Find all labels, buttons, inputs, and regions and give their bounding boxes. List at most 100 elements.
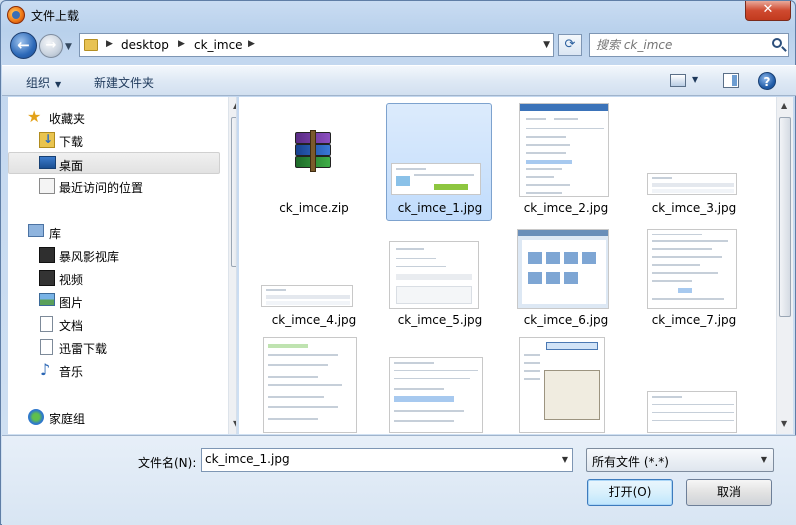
recent-places-icon <box>39 178 55 194</box>
view-mode-icon[interactable] <box>670 74 686 87</box>
address-bar[interactable]: ▶ desktop ▶ ck_imce ▶ ▼ <box>79 33 554 57</box>
scroll-up-icon[interactable]: ▲ <box>781 101 787 110</box>
sidebar-label: 视频 <box>59 273 84 287</box>
sidebar-item-videos[interactable]: 视频 <box>8 267 220 289</box>
scroll-thumb[interactable] <box>231 117 236 267</box>
file-thumbnail <box>389 241 479 309</box>
document-icon <box>40 316 53 332</box>
sidebar-item-downloads[interactable]: 下载 <box>8 129 220 151</box>
sidebar-item-thunder[interactable]: 迅雷下载 <box>8 336 220 358</box>
sidebar-item-pictures[interactable]: 图片 <box>8 290 220 312</box>
close-button[interactable]: ✕ <box>745 1 791 21</box>
address-dropdown-icon[interactable]: ▼ <box>543 40 550 50</box>
film-icon <box>39 270 55 286</box>
sidebar-label: 最近访问的位置 <box>59 181 144 195</box>
file-item[interactable]: ck_imce_3.jpg <box>633 101 749 215</box>
sidebar-item-music[interactable]: ♪ 音乐 <box>8 359 220 381</box>
sidebar-item-libraries[interactable]: 库 <box>8 221 220 243</box>
sidebar-item-favorites[interactable]: ★ 收藏夹 <box>8 106 220 128</box>
scroll-down-icon[interactable]: ▼ <box>233 419 236 428</box>
file-item[interactable]: ck_imce_4.jpg <box>253 213 369 327</box>
sidebar-item-homegroup[interactable]: 家庭组 <box>8 406 220 428</box>
file-thumbnail <box>519 337 605 433</box>
sidebar-item-documents[interactable]: 文档 <box>8 313 220 335</box>
scroll-down-icon[interactable]: ▼ <box>781 419 787 428</box>
dialog-footer: 文件名(N): ▼ 所有文件 (*.*) ▼ 打开(O) 取消 <box>2 435 796 525</box>
sidebar-label: 文档 <box>59 319 84 333</box>
file-thumbnail <box>647 391 737 433</box>
preview-pane-icon[interactable] <box>723 73 739 88</box>
sidebar-label: 迅雷下载 <box>59 342 108 356</box>
organize-button[interactable]: 组织 ▼ <box>26 74 61 91</box>
forward-button[interactable]: → <box>39 34 63 58</box>
file-thumbnail <box>263 337 357 433</box>
help-icon[interactable]: ? <box>758 72 776 90</box>
sidebar-label: 图片 <box>59 296 84 310</box>
history-dropdown-icon[interactable]: ▼ <box>65 42 72 52</box>
sidebar-scrollbar[interactable]: ▲ ▼ <box>228 97 236 434</box>
sidebar-label: 音乐 <box>59 365 84 379</box>
file-item[interactable] <box>379 333 495 434</box>
file-type-value: 所有文件 (*.*) <box>592 455 669 469</box>
back-button[interactable]: ← <box>10 32 37 59</box>
sidebar-label: 桌面 <box>59 159 84 173</box>
navigation-pane: ★ 收藏夹 下载 桌面 最近访问的位置 库 暴风影视库 视频 图 <box>8 97 237 434</box>
file-name: ck_imce_6.jpg <box>523 313 609 327</box>
new-folder-button[interactable]: 新建文件夹 <box>94 74 154 91</box>
filename-combobox[interactable]: ▼ <box>201 448 573 472</box>
file-thumbnail <box>261 285 353 307</box>
breadcrumb-ck-imce[interactable]: ck_imce <box>194 38 243 52</box>
command-toolbar: 组织 ▼ 新建文件夹 ▼ ? <box>2 65 796 96</box>
search-input[interactable] <box>596 37 766 53</box>
homegroup-icon <box>28 409 44 425</box>
file-thumbnail <box>389 357 483 433</box>
sidebar-label: 库 <box>49 227 62 241</box>
picture-icon <box>39 293 55 306</box>
star-icon: ★ <box>27 107 42 126</box>
file-list-scrollbar[interactable]: ▲ ▼ <box>776 97 793 434</box>
file-item[interactable] <box>253 333 369 434</box>
caret-down-icon: ▼ <box>55 80 62 89</box>
file-item[interactable] <box>505 333 621 434</box>
sidebar-item-recent[interactable]: 最近访问的位置 <box>8 175 220 197</box>
file-thumbnail <box>647 229 737 309</box>
chevron-right-icon[interactable]: ▶ <box>178 39 185 49</box>
scroll-up-icon[interactable]: ▲ <box>233 101 236 110</box>
firefox-icon <box>7 6 25 24</box>
title-bar: 文件上载 ✕ <box>1 1 796 29</box>
search-box[interactable] <box>589 33 789 57</box>
file-item-zip[interactable]: ck_imce.zip <box>253 101 369 215</box>
file-thumbnail <box>265 107 361 203</box>
folder-icon <box>84 39 98 51</box>
navigation-bar: ← → ▼ ▶ desktop ▶ ck_imce ▶ ▼ ⟳ <box>1 29 796 63</box>
scroll-thumb[interactable] <box>779 117 791 317</box>
thunder-download-icon <box>40 339 53 355</box>
chevron-down-icon: ▼ <box>760 455 767 464</box>
file-item[interactable] <box>633 333 749 434</box>
file-thumbnail <box>391 163 481 195</box>
desktop-icon <box>39 156 56 169</box>
filename-label: 文件名(N): <box>138 456 197 470</box>
file-item-selected[interactable]: ck_imce_1.jpg <box>379 101 495 221</box>
file-type-select[interactable]: 所有文件 (*.*) ▼ <box>586 448 774 472</box>
file-item[interactable]: ck_imce_2.jpg <box>505 101 621 215</box>
refresh-button[interactable]: ⟳ <box>558 34 582 56</box>
search-icon[interactable] <box>772 38 782 48</box>
file-item[interactable]: ck_imce_5.jpg <box>379 213 495 327</box>
cancel-button[interactable]: 取消 <box>686 479 772 506</box>
chevron-down-icon[interactable]: ▼ <box>562 455 568 464</box>
chevron-right-icon[interactable]: ▶ <box>248 39 255 49</box>
sidebar-item-desktop[interactable]: 桌面 <box>8 152 220 174</box>
sidebar-label: 暴风影视库 <box>59 250 120 264</box>
organize-label: 组织 <box>26 76 51 90</box>
file-item[interactable]: ck_imce_6.jpg <box>505 213 621 327</box>
sidebar-label: 收藏夹 <box>49 112 86 126</box>
view-caret-icon[interactable]: ▼ <box>692 75 698 84</box>
filename-input[interactable] <box>205 452 545 466</box>
file-item[interactable]: ck_imce_7.jpg <box>633 213 749 327</box>
open-button[interactable]: 打开(O) <box>587 479 673 506</box>
file-name: ck_imce_5.jpg <box>397 313 483 327</box>
breadcrumb-desktop[interactable]: desktop <box>121 38 169 52</box>
sidebar-item-storm-video[interactable]: 暴风影视库 <box>8 244 220 266</box>
chevron-right-icon[interactable]: ▶ <box>106 39 113 49</box>
